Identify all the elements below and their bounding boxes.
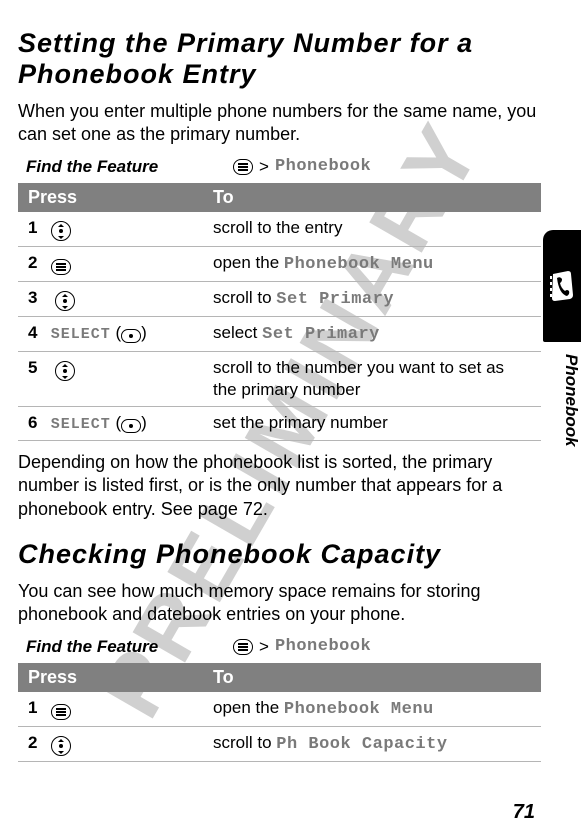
table-row: 3 scroll to Set Primary [18,281,541,316]
scroll-key-icon [55,291,75,311]
step-action: scroll to [213,288,276,307]
menu-label: Phonebook Menu [284,255,434,274]
col-header-to: To [203,183,541,212]
softkey-label: SELECT [51,416,111,433]
breadcrumb-separator: > [259,637,269,657]
menu-key-icon [51,704,71,720]
table-row: 2 scroll to Ph Book Capacity [18,726,541,761]
phonebook-icon [548,270,576,302]
paren: ) [141,413,147,432]
find-feature-label: Find the Feature [18,157,233,177]
section-intro-capacity: You can see how much memory space remain… [18,580,541,627]
step-action: select [213,323,262,342]
menu-path-phonebook: Phonebook [275,637,371,656]
select-key-icon [121,419,141,433]
find-feature-row-1: Find the Feature > Phonebook [18,157,541,177]
menu-label: Set Primary [262,325,380,344]
section-title-capacity: Checking Phonebook Capacity [18,539,541,570]
section-outro-primary: Depending on how the phonebook list is s… [18,451,541,521]
find-feature-label: Find the Feature [18,637,233,657]
steps-table-primary: Press To 1 scroll to the entry 2 open th… [18,183,541,441]
steps-table-capacity: Press To 1 open the Phonebook Menu 2 scr… [18,663,541,762]
section-title-primary: Setting the Primary Number for a Phonebo… [18,28,541,90]
softkey-label: SELECT [51,326,111,343]
table-row: 4 SELECT () select Set Primary [18,317,541,352]
step-number: 3 [28,287,46,309]
step-number: 2 [28,252,46,274]
breadcrumb-separator: > [259,157,269,177]
scroll-key-icon [51,736,71,756]
menu-path-phonebook: Phonebook [275,157,371,176]
side-tab-icon-box [543,230,581,342]
table-row: 5 scroll to the number you want to set a… [18,352,541,407]
step-action: scroll to the number you want to set as … [203,352,541,407]
scroll-key-icon [55,361,75,381]
menu-key-icon [51,259,71,275]
menu-key-icon [233,159,253,175]
menu-label: Ph Book Capacity [276,735,447,754]
step-action: set the primary number [203,407,541,441]
menu-key-icon [233,639,253,655]
step-number: 6 [28,412,46,434]
menu-label: Set Primary [276,290,394,309]
step-action: scroll to [213,733,276,752]
step-action: open the [213,698,284,717]
paren: ) [141,323,147,342]
step-action: open the [213,253,284,272]
step-action: scroll to the entry [203,212,541,247]
side-tab: Phonebook [543,230,581,447]
table-row: 6 SELECT () set the primary number [18,407,541,441]
step-number: 1 [28,217,46,239]
col-header-press: Press [18,183,203,212]
find-feature-row-2: Find the Feature > Phonebook [18,637,541,657]
select-key-icon [121,329,141,343]
step-number: 4 [28,322,46,344]
section-intro-primary: When you enter multiple phone numbers fo… [18,100,541,147]
table-row: 1 scroll to the entry [18,212,541,247]
step-number: 5 [28,357,46,379]
step-number: 2 [28,732,46,754]
paren: ( [111,323,121,342]
table-row: 1 open the Phonebook Menu [18,692,541,727]
col-header-press: Press [18,663,203,692]
menu-label: Phonebook Menu [284,700,434,719]
paren: ( [111,413,121,432]
col-header-to: To [203,663,541,692]
page-number: 71 [513,801,535,824]
table-row: 2 open the Phonebook Menu [18,246,541,281]
side-tab-label: Phonebook [543,354,581,447]
step-number: 1 [28,697,46,719]
scroll-key-icon [51,221,71,241]
